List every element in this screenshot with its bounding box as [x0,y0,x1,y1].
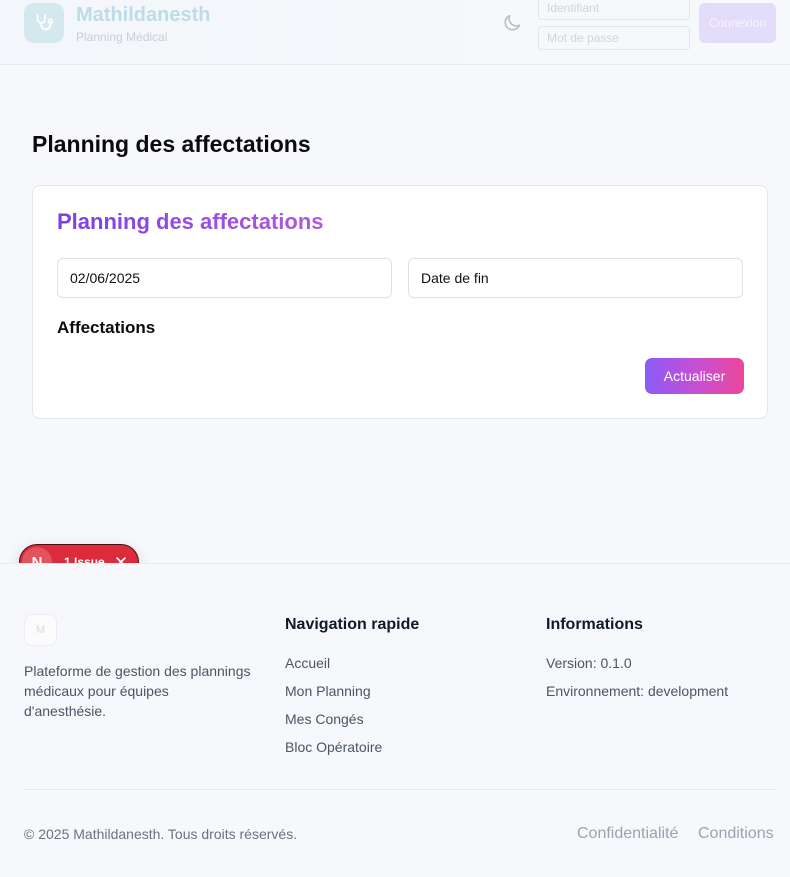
password-placeholder: Mot de passe [547,31,620,45]
login-button[interactable]: Connexion [699,3,776,43]
copyright: © 2025 Mathildanesth. Tous droits réserv… [24,826,298,842]
refresh-button[interactable]: Actualiser [645,358,744,394]
nav-section-title: Navigation rapide [285,616,420,633]
moon-icon[interactable] [501,12,523,34]
stethoscope-icon [36,13,54,31]
footer-link-bloc-operatoire[interactable]: Bloc Opératoire [285,739,382,755]
username-placeholder: Identifiant [547,1,600,15]
terms-link[interactable]: Conditions [698,825,774,843]
privacy-link[interactable]: Confidentialité [577,825,678,843]
assignments-section-title: Affectations [57,318,156,337]
info-section-title: Informations [546,616,643,633]
footer: M Plateforme de gestion des plannings mé… [0,563,790,877]
footer-description: Plateforme de gestion des plannings médi… [24,663,251,719]
footer-link-mes-conges[interactable]: Mes Congés [285,711,364,727]
password-input[interactable]: Mot de passe [538,26,690,50]
start-date-value: 02/06/2025 [70,270,141,286]
footer-link-mon-planning[interactable]: Mon Planning [285,683,371,699]
page-title: Planning des affectations [32,131,311,157]
username-input[interactable]: Identifiant [538,0,690,20]
version-info: Version: 0.1.0 [546,655,632,671]
planning-card: Planning des affectations 02/06/2025 Dat… [32,185,768,419]
brand-subtitle: Planning Médical [76,30,168,44]
card-title: Planning des affectations [57,209,324,234]
top-header: Mathildanesth Planning Médical Identifia… [0,0,790,65]
app-logo[interactable] [24,3,64,43]
brand-name[interactable]: Mathildanesth [76,4,210,27]
start-date-input[interactable]: 02/06/2025 [57,258,392,298]
environment-info: Environnement: development [546,683,729,699]
end-date-placeholder: Date de fin [421,270,489,286]
footer-logo: M [24,614,57,646]
end-date-input[interactable]: Date de fin [408,258,743,298]
footer-divider [24,789,776,790]
footer-link-accueil[interactable]: Accueil [285,655,330,671]
